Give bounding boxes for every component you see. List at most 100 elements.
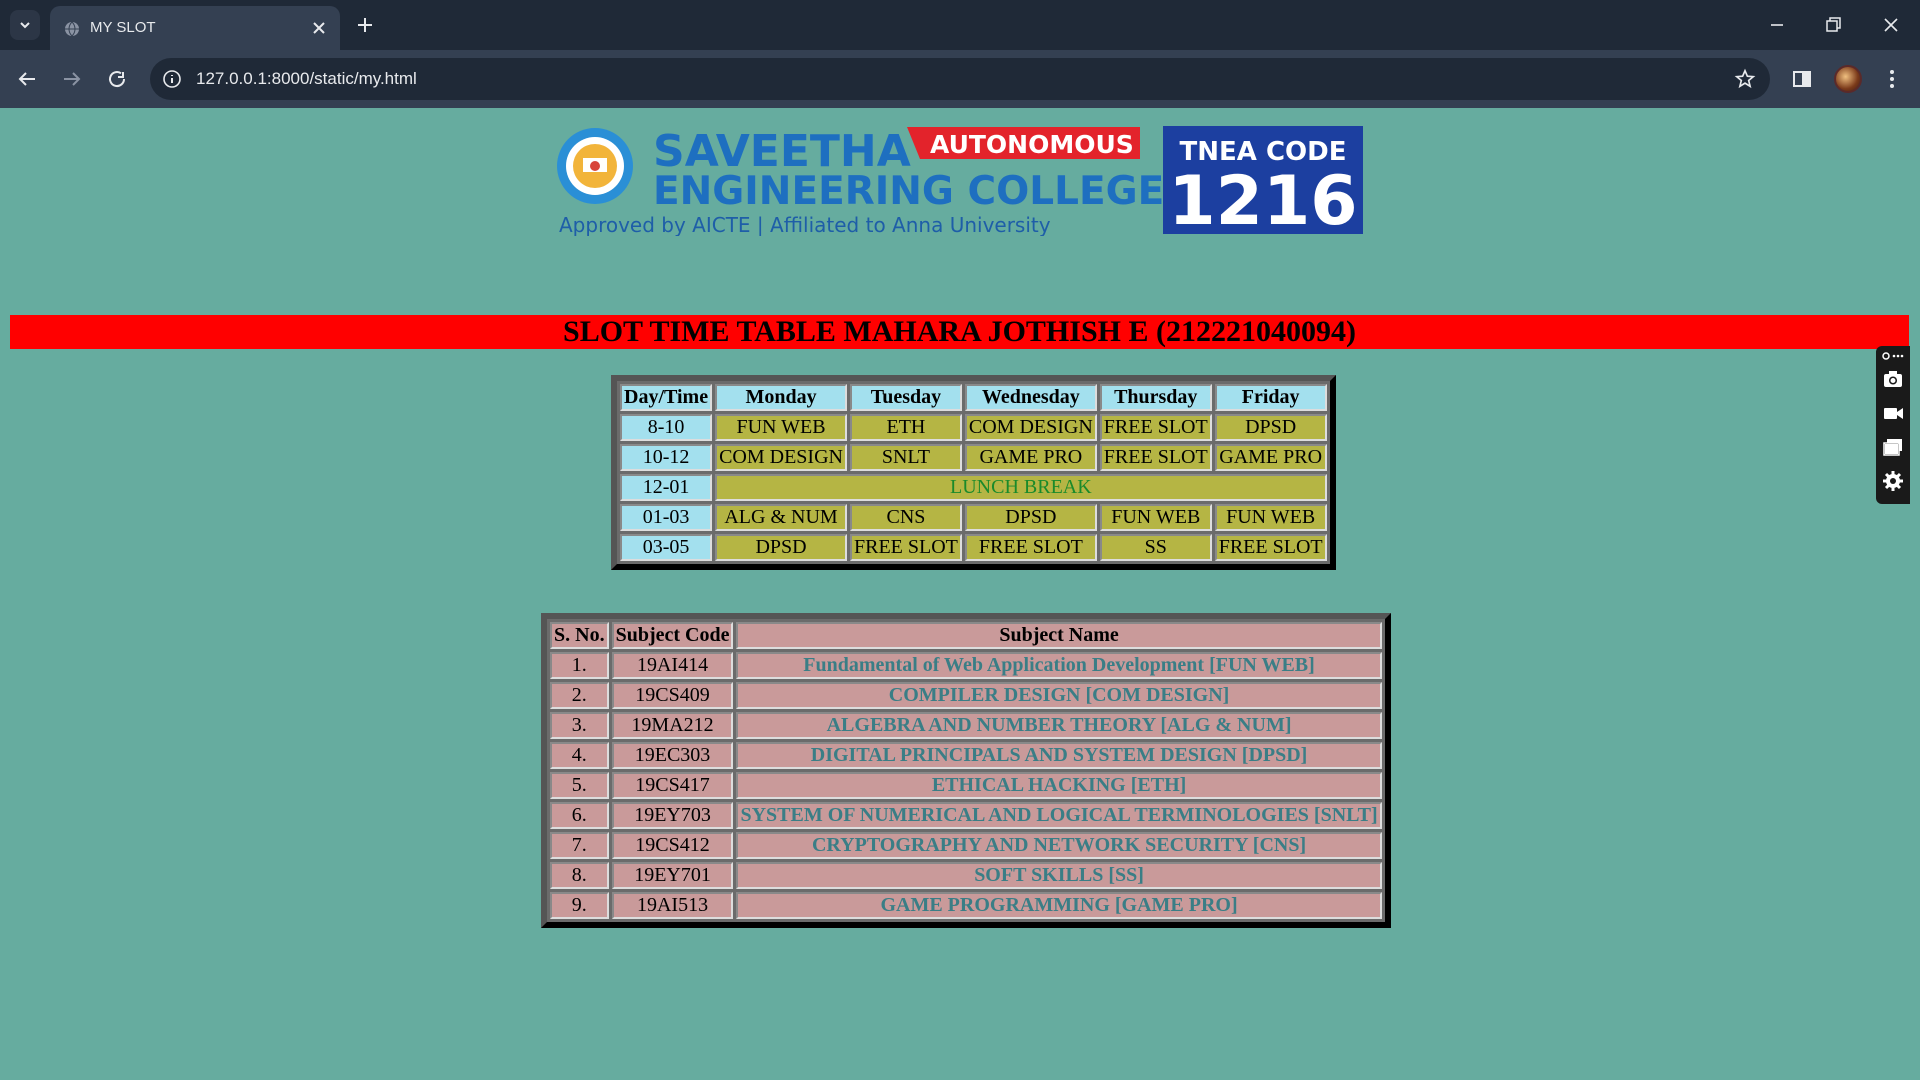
time-cell: 03-05 xyxy=(620,534,713,561)
subject-name: CRYPTOGRAPHY AND NETWORK SECURITY [CNS] xyxy=(736,832,1382,859)
close-window-icon[interactable] xyxy=(1880,14,1902,36)
subject-name: SYSTEM OF NUMERICAL AND LOGICAL TERMINOL… xyxy=(736,802,1382,829)
subject-code: 19EY701 xyxy=(611,862,734,889)
active-tab[interactable]: MY SLOT xyxy=(50,6,340,50)
column-header: Subject Code xyxy=(611,622,734,649)
slot-cell: FREE SLOT xyxy=(1099,444,1212,471)
timetable-row: 8-10 FUN WEB ETH COM DESIGN FREE SLOT DP… xyxy=(620,414,1327,441)
camera-icon[interactable] xyxy=(1882,368,1904,390)
serial-number: 4. xyxy=(550,742,609,769)
timetable-row: 03-05 DPSD FREE SLOT FREE SLOT SS FREE S… xyxy=(620,534,1327,561)
college-emblem-icon xyxy=(557,128,633,204)
slot-cell: COM DESIGN xyxy=(715,444,847,471)
logo-tagline: Approved by AICTE | Affiliated to Anna U… xyxy=(559,213,1051,236)
timetable-row: 12-01 LUNCH BREAK xyxy=(620,474,1327,501)
column-header: Monday xyxy=(715,384,847,411)
slot-cell: SS xyxy=(1099,534,1212,561)
column-header: Tuesday xyxy=(849,384,962,411)
serial-number: 1. xyxy=(550,652,609,679)
video-camera-icon[interactable] xyxy=(1882,402,1904,424)
minimize-icon[interactable] xyxy=(1766,14,1788,36)
table-row: 9. 19AI513 GAME PROGRAMMING [GAME PRO] xyxy=(550,892,1382,919)
url-text[interactable]: 127.0.0.1:8000/static/my.html xyxy=(196,69,417,89)
table-row: 7. 19CS412 CRYPTOGRAPHY AND NETWORK SECU… xyxy=(550,832,1382,859)
slot-cell: FUN WEB xyxy=(715,414,847,441)
table-row: 4. 19EC303 DIGITAL PRINCIPALS AND SYSTEM… xyxy=(550,742,1382,769)
subject-name: ETHICAL HACKING [ETH] xyxy=(736,772,1382,799)
link-icon[interactable] xyxy=(1882,350,1904,362)
slot-cell: FREE SLOT xyxy=(849,534,962,561)
slot-cell: GAME PRO xyxy=(964,444,1097,471)
slot-cell: CNS xyxy=(849,504,962,531)
back-icon[interactable] xyxy=(15,67,39,91)
serial-number: 5. xyxy=(550,772,609,799)
new-tab-icon[interactable] xyxy=(354,14,376,36)
slot-cell: COM DESIGN xyxy=(964,414,1097,441)
subjects-header-row: S. No. Subject Code Subject Name xyxy=(550,622,1382,649)
side-panel-icon[interactable] xyxy=(1790,67,1814,91)
subject-name: COMPILER DESIGN [COM DESIGN] xyxy=(736,682,1382,709)
menu-dots-icon[interactable] xyxy=(1880,67,1904,91)
slot-cell: FUN WEB xyxy=(1099,504,1212,531)
subject-code: 19CS412 xyxy=(611,832,734,859)
address-bar[interactable]: 127.0.0.1:8000/static/my.html xyxy=(150,58,1770,100)
lunch-break-cell: LUNCH BREAK xyxy=(715,474,1327,501)
timetable: Day/Time Monday Tuesday Wednesday Thursd… xyxy=(611,375,1336,570)
bookmark-star-icon[interactable] xyxy=(1734,68,1756,90)
serial-number: 8. xyxy=(550,862,609,889)
serial-number: 6. xyxy=(550,802,609,829)
subject-name: GAME PROGRAMMING [GAME PRO] xyxy=(736,892,1382,919)
browser-toolbar: 127.0.0.1:8000/static/my.html xyxy=(0,50,1920,108)
restore-icon[interactable] xyxy=(1822,14,1844,36)
subject-name: ALGEBRA AND NUMBER THEORY [ALG & NUM] xyxy=(736,712,1382,739)
subject-code: 19AI414 xyxy=(611,652,734,679)
serial-number: 9. xyxy=(550,892,609,919)
slot-cell: DPSD xyxy=(1214,414,1327,441)
subject-name: Fundamental of Web Application Developme… xyxy=(736,652,1382,679)
subject-code: 19MA212 xyxy=(611,712,734,739)
column-header: Friday xyxy=(1214,384,1327,411)
windows-icon[interactable] xyxy=(1882,436,1904,458)
column-header: Wednesday xyxy=(964,384,1097,411)
column-header: S. No. xyxy=(550,622,609,649)
tab-search-button[interactable] xyxy=(10,10,40,40)
slot-cell: FREE SLOT xyxy=(1214,534,1327,561)
close-tab-icon[interactable] xyxy=(310,19,328,37)
column-header: Thursday xyxy=(1099,384,1212,411)
profile-avatar[interactable] xyxy=(1834,65,1862,93)
tab-bar: MY SLOT xyxy=(0,0,1920,50)
slot-cell: DPSD xyxy=(964,504,1097,531)
time-cell: 8-10 xyxy=(620,414,713,441)
subject-code: 19CS409 xyxy=(611,682,734,709)
table-row: 1. 19AI414 Fundamental of Web Applicatio… xyxy=(550,652,1382,679)
subject-code: 19EC303 xyxy=(611,742,734,769)
time-cell: 12-01 xyxy=(620,474,713,501)
serial-number: 7. xyxy=(550,832,609,859)
college-logo: SAVEETHA AUTONOMOUS ENGINEERING COLLEGE … xyxy=(557,126,1363,236)
slot-cell: ALG & NUM xyxy=(715,504,847,531)
slot-cell: DPSD xyxy=(715,534,847,561)
forward-icon[interactable] xyxy=(60,67,84,91)
subject-code: 19CS417 xyxy=(611,772,734,799)
time-cell: 10-12 xyxy=(620,444,713,471)
slot-cell: SNLT xyxy=(849,444,962,471)
subjects-wrapper: S. No. Subject Code Subject Name 1. 19AI… xyxy=(541,613,1391,928)
table-row: 3. 19MA212 ALGEBRA AND NUMBER THEORY [AL… xyxy=(550,712,1382,739)
timetable-header-row: Day/Time Monday Tuesday Wednesday Thursd… xyxy=(620,384,1327,411)
column-header: Day/Time xyxy=(620,384,713,411)
chevron-down-icon xyxy=(20,22,30,29)
logo-badge: AUTONOMOUS xyxy=(930,130,1134,159)
tab-title: MY SLOT xyxy=(90,19,156,36)
slot-cell: ETH xyxy=(849,414,962,441)
site-info-icon[interactable] xyxy=(162,69,182,89)
logo-line2: ENGINEERING COLLEGE xyxy=(653,169,1164,214)
slot-cell: GAME PRO xyxy=(1214,444,1327,471)
subject-name: SOFT SKILLS [SS] xyxy=(736,862,1382,889)
subject-name: DIGITAL PRINCIPALS AND SYSTEM DESIGN [DP… xyxy=(736,742,1382,769)
screen-capture-toolbar xyxy=(1876,346,1910,504)
reload-icon[interactable] xyxy=(105,67,129,91)
globe-icon xyxy=(65,21,79,37)
table-row: 6. 19EY703 SYSTEM OF NUMERICAL AND LOGIC… xyxy=(550,802,1382,829)
gear-icon[interactable] xyxy=(1882,470,1904,492)
column-header: Subject Name xyxy=(736,622,1382,649)
